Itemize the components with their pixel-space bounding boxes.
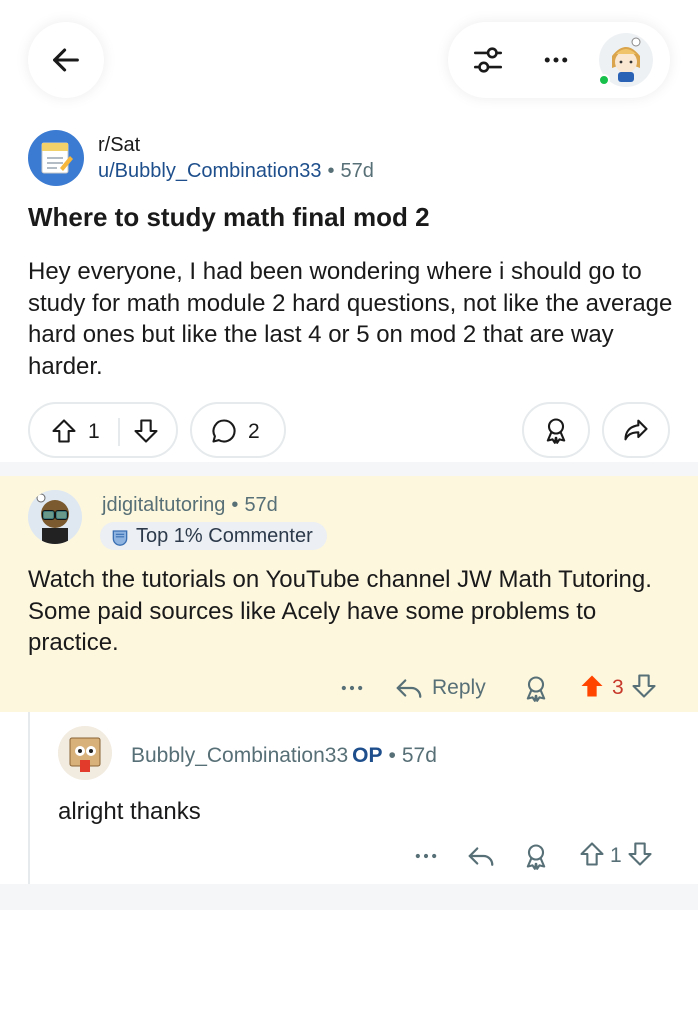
reply-label: Reply: [432, 676, 486, 699]
comment-vote-count: 3: [612, 676, 624, 699]
separator-dot: •: [231, 494, 239, 516]
reply-award-button[interactable]: [522, 838, 550, 874]
thread-end-divider: [0, 884, 698, 910]
top-bar: [0, 0, 698, 120]
sort-filter-icon: [473, 47, 503, 73]
share-button[interactable]: [602, 402, 670, 458]
vote-control: 1: [28, 402, 178, 458]
comment-count: 2: [248, 420, 260, 443]
upvote-button[interactable]: [50, 417, 78, 450]
reply-downvote-button[interactable]: [626, 840, 654, 873]
commenter-name-line: jdigitaltutoring • 57d: [102, 494, 278, 517]
downvote-arrow-icon: [628, 841, 652, 866]
share-arrow-icon: [624, 419, 648, 441]
top-commenter-icon: [112, 530, 128, 546]
comment-bubble-icon: [212, 419, 236, 443]
separator-dot: •: [327, 160, 335, 182]
notepad-icon: [41, 142, 73, 174]
reply-author[interactable]: Bubbly_Combination33: [131, 744, 348, 767]
downvote-arrow-icon: [632, 673, 656, 698]
commenter-avatar-icon: [28, 490, 82, 544]
upvote-arrow-filled-icon: [581, 675, 603, 696]
comment-action-bar: Reply 3: [0, 670, 698, 706]
more-horizontal-icon: [415, 853, 437, 859]
user-avatar-button[interactable]: [598, 32, 654, 88]
commenter-badge[interactable]: Top 1% Commenter: [100, 522, 327, 550]
award-button[interactable]: [522, 402, 590, 458]
reply-upvote-button[interactable]: [578, 840, 606, 873]
reply-body: alright thanks: [58, 798, 201, 825]
comment-upvote-button[interactable]: [578, 672, 606, 705]
reply-arrow-icon: [468, 847, 494, 866]
highlighted-comment: jdigitaltutoring • 57d Top 1% Commenter Wa…: [0, 476, 698, 712]
subreddit-avatar[interactable]: [28, 130, 84, 186]
upvote-arrow-icon: [580, 841, 604, 866]
post-title: Where to study math final mod 2: [28, 202, 430, 232]
post-age: 57d: [340, 160, 374, 182]
reply-arrow-icon: [396, 679, 422, 698]
back-arrow-icon: [53, 48, 79, 72]
reply-reply-button[interactable]: [466, 838, 496, 874]
upvote-arrow-icon: [52, 419, 76, 443]
award-icon: [526, 844, 546, 870]
comment-vote-control: 3: [578, 670, 658, 706]
back-button[interactable]: [28, 22, 104, 98]
badge-label: Top 1% Commenter: [136, 524, 313, 547]
header-actions: [448, 22, 670, 98]
reply-vote-control: 1: [578, 838, 654, 874]
post-author[interactable]: u/Bubbly_Combination33: [98, 160, 322, 182]
comments-button[interactable]: 2: [190, 402, 286, 458]
vote-divider: [118, 418, 120, 446]
more-options-button[interactable]: [536, 40, 576, 80]
comment-age: 57d: [244, 494, 278, 516]
award-icon: [526, 676, 546, 702]
comment-more-button[interactable]: [338, 670, 366, 706]
downvote-arrow-icon: [134, 419, 158, 443]
more-horizontal-icon: [341, 685, 363, 691]
comment-downvote-button[interactable]: [630, 672, 658, 705]
post-action-bar: 1 2: [28, 402, 670, 458]
comment-award-button[interactable]: [522, 670, 550, 706]
downvote-button[interactable]: [132, 417, 160, 450]
reply-age: 57d: [401, 744, 437, 767]
reply-action-bar: 1: [0, 838, 698, 874]
reply-author-avatar[interactable]: [58, 726, 112, 780]
comment-reply-button[interactable]: Reply: [394, 670, 486, 706]
commenter-name[interactable]: jdigitaltutoring: [102, 494, 225, 516]
reply-author-line: Bubbly_Combination33 OP • 57d: [131, 744, 437, 768]
separator-dot: •: [388, 744, 396, 767]
commenter-avatar[interactable]: [28, 490, 82, 544]
subreddit-name[interactable]: r/Sat: [98, 134, 140, 157]
online-status-dot: [598, 74, 610, 86]
op-tag: OP: [352, 744, 383, 767]
comment-body: Watch the tutorials on YouTube channel J…: [28, 566, 652, 656]
sort-filter-button[interactable]: [468, 40, 508, 80]
reply-author-avatar-icon: [58, 726, 112, 780]
post-header: r/Sat u/Bubbly_Combination33 • 57d: [28, 128, 668, 190]
post-author-line: u/Bubbly_Combination33 • 57d: [98, 160, 374, 183]
reply-vote-count: 1: [610, 844, 622, 867]
award-icon: [546, 418, 566, 444]
upvote-count: 1: [88, 420, 100, 443]
post-body: Hey everyone, I had been wondering where…: [28, 258, 673, 380]
reply-more-button[interactable]: [412, 838, 440, 874]
more-horizontal-icon: [544, 57, 568, 63]
section-divider: [0, 462, 698, 476]
